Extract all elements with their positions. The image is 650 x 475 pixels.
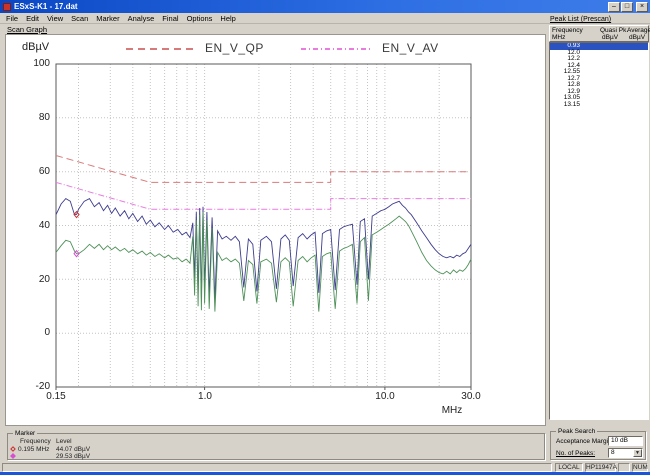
peak-list[interactable]: 0.9312.012.212.412.5512.712.812.913.0513… bbox=[549, 42, 649, 420]
no-of-peaks-combobox[interactable]: 8 ▼ bbox=[608, 448, 643, 458]
x-tick-30: 30.0 bbox=[455, 391, 487, 402]
y-tick-0: 0 bbox=[18, 327, 50, 338]
peak-cell-av bbox=[614, 102, 644, 109]
marker-frequency-header: Frequency bbox=[20, 438, 51, 445]
legend-line-qp bbox=[126, 48, 196, 50]
minimize-button[interactable]: – bbox=[608, 2, 620, 12]
marker-frequency-value: 0.195 MHz bbox=[18, 446, 49, 453]
y-tick-20: 20 bbox=[18, 274, 50, 285]
status-empty-panel bbox=[618, 463, 630, 472]
y-tick-80: 80 bbox=[18, 112, 50, 123]
scan-graph-panel: EN_V_QP EN_V_AV dBµV 100 80 60 40 20 0 -… bbox=[5, 34, 546, 426]
peak-list-row[interactable]: 13.15 bbox=[550, 102, 648, 109]
chevron-down-icon[interactable]: ▼ bbox=[633, 449, 642, 457]
status-bar: LOCAL HP11947A NUM bbox=[0, 462, 650, 472]
col-average: Average bbox=[627, 27, 650, 34]
peak-list-header: Frequency Quasi Pk. Average MHz dBµV dBµ… bbox=[549, 25, 649, 42]
peak-search-panel: Peak Search Acceptance Margin: 10 dB No.… bbox=[550, 431, 646, 460]
col-frequency: Frequency bbox=[552, 27, 583, 34]
status-local: LOCAL bbox=[555, 463, 583, 472]
status-message-panel bbox=[2, 463, 552, 472]
x-tick-0p15: 0.15 bbox=[40, 391, 72, 402]
menu-scan[interactable]: Scan bbox=[67, 13, 92, 24]
marker1-diamond-icon bbox=[10, 446, 16, 452]
menu-marker[interactable]: Marker bbox=[92, 13, 123, 24]
menu-options[interactable]: Options bbox=[183, 13, 217, 24]
menu-view[interactable]: View bbox=[43, 13, 67, 24]
legend-line-av bbox=[301, 48, 371, 50]
status-device: HP11947A bbox=[585, 463, 616, 472]
x-axis-unit-label: MHz bbox=[432, 405, 472, 416]
spectrum-chart[interactable] bbox=[6, 35, 547, 427]
col-frequency-unit: MHz bbox=[552, 34, 565, 41]
acceptance-margin-label: Acceptance Margin: bbox=[556, 438, 613, 445]
legend-label-av: EN_V_AV bbox=[382, 41, 439, 55]
application-window: { "window": { "title": "ESxS-K1 - 17.dat… bbox=[0, 0, 650, 475]
marker-panel-caption: Marker bbox=[13, 430, 37, 437]
no-of-peaks-value: 8 bbox=[611, 449, 615, 456]
maximize-button[interactable]: □ bbox=[621, 2, 633, 12]
no-of-peaks-label: No. of Peaks: bbox=[556, 450, 595, 457]
menu-analyse[interactable]: Analyse bbox=[124, 13, 159, 24]
col-quasi-pk-unit: dBµV bbox=[602, 34, 618, 41]
col-quasi-pk: Quasi Pk. bbox=[600, 27, 628, 34]
acceptance-margin-input[interactable]: 10 dB bbox=[608, 436, 643, 446]
menu-edit[interactable]: Edit bbox=[22, 13, 43, 24]
marker-level-av-value: 29.53 dBµV bbox=[56, 453, 90, 460]
app-icon bbox=[3, 3, 11, 11]
legend-label-qp: EN_V_QP bbox=[205, 41, 264, 55]
col-average-unit: dBµV bbox=[629, 34, 645, 41]
marker-level-header: Level bbox=[56, 438, 72, 445]
peak-cell-qp bbox=[580, 102, 614, 109]
y-tick-100: 100 bbox=[18, 58, 50, 69]
peak-search-caption: Peak Search bbox=[556, 428, 597, 435]
menu-help[interactable]: Help bbox=[216, 13, 239, 24]
menu-file[interactable]: File bbox=[2, 13, 22, 24]
menu-final[interactable]: Final bbox=[158, 13, 182, 24]
title-bar: ESxS-K1 - 17.dat – □ × bbox=[0, 0, 650, 13]
marker2-diamond-icon bbox=[10, 453, 16, 459]
x-tick-10: 10.0 bbox=[369, 391, 401, 402]
marker-panel: Marker Frequency Level 0.195 MHz 44.07 d… bbox=[7, 433, 545, 460]
close-button[interactable]: × bbox=[636, 2, 648, 12]
y-tick-60: 60 bbox=[18, 166, 50, 177]
scan-graph-window-caption: Scan Graph bbox=[7, 25, 47, 34]
marker-level-qp-value: 44.07 dBµV bbox=[56, 446, 90, 453]
peak-cell-freq: 13.15 bbox=[550, 102, 580, 109]
y-tick-40: 40 bbox=[18, 220, 50, 231]
peak-list-title: Peak List (Prescan) bbox=[550, 16, 611, 23]
status-num: NUM bbox=[632, 463, 648, 472]
window-title: ESxS-K1 - 17.dat bbox=[14, 2, 607, 11]
x-tick-1: 1.0 bbox=[189, 391, 221, 402]
y-axis-unit-label: dBµV bbox=[22, 41, 49, 53]
